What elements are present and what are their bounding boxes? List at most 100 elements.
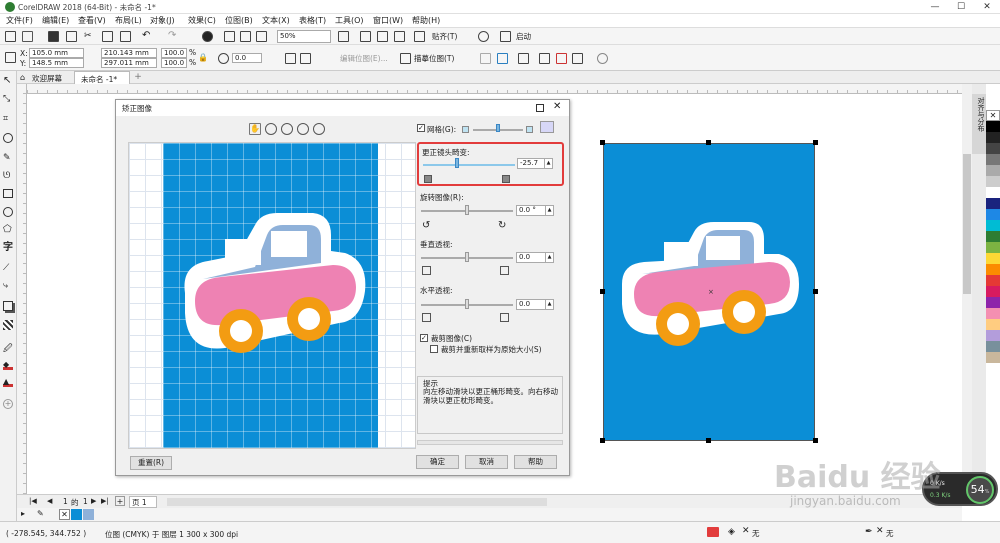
zoom-in-icon[interactable] (265, 123, 277, 135)
shape-tool-icon[interactable]: ⤡ (3, 94, 13, 104)
bitmap-border-icon[interactable] (518, 53, 529, 64)
new-tab-button[interactable]: + (133, 72, 143, 82)
crop-image-checkbox[interactable]: ✓ (420, 334, 428, 342)
mirror-horizontal-icon[interactable] (285, 53, 296, 64)
crop-tool-icon[interactable]: ⌗ (3, 114, 13, 124)
save-icon[interactable] (48, 31, 59, 42)
launcher-icon[interactable] (500, 31, 511, 42)
lock-ratio-icon[interactable]: 🔒 (198, 53, 209, 64)
ok-button[interactable]: 确定 (416, 455, 459, 469)
zoom-fit-icon[interactable] (297, 123, 309, 135)
cancel-button[interactable]: 取消 (465, 455, 508, 469)
docker-tab-align[interactable]: 对齐与分布 (972, 94, 986, 154)
zoom-out-icon[interactable] (281, 123, 293, 135)
height-field[interactable]: 297.011 mm (101, 58, 157, 68)
selection-handle-bl[interactable] (600, 438, 605, 443)
horizontal-perspective-thumb[interactable] (465, 299, 469, 309)
vertical-scrollbar[interactable] (962, 84, 972, 494)
scale-y-field[interactable]: 100.0 (161, 58, 187, 68)
rotate-spinner[interactable]: ▲ (545, 206, 553, 215)
no-color-swatch[interactable]: ✕ (986, 110, 1000, 121)
menu-file[interactable]: 文件(F) (6, 15, 33, 26)
redo-icon[interactable]: ↷ (168, 31, 179, 42)
hand-tool-icon[interactable]: ✋ (249, 123, 261, 135)
swatch-orange[interactable] (986, 264, 1000, 275)
swatch-gray20[interactable] (986, 176, 1000, 187)
menu-help[interactable]: 帮助(H) (412, 15, 440, 26)
swatch-green[interactable] (986, 231, 1000, 242)
swatch-gray90[interactable] (986, 132, 1000, 143)
transparency-tool-icon[interactable] (3, 320, 13, 330)
crop-resample-checkbox[interactable] (430, 345, 438, 353)
scale-x-field[interactable]: 100.0 (161, 48, 187, 58)
link-icon[interactable] (572, 53, 583, 64)
menu-table[interactable]: 表格(T) (299, 15, 326, 26)
add-page-button[interactable]: + (115, 496, 125, 506)
show-guidelines-icon[interactable] (394, 31, 405, 42)
menu-edit[interactable]: 编辑(E) (42, 15, 69, 26)
artistic-media-icon[interactable]: ᘎ (3, 171, 13, 181)
swatch-slate[interactable] (986, 341, 1000, 352)
zoom-tool-icon[interactable] (3, 133, 13, 143)
pdf-icon[interactable] (256, 31, 267, 42)
parallel-dimension-icon[interactable]: ⟋ (3, 263, 13, 273)
rectangle-tool-icon[interactable] (3, 189, 13, 198)
show-rulers-icon[interactable] (360, 31, 371, 42)
interactive-fill-icon[interactable]: ◆ (3, 360, 13, 370)
width-field[interactable]: 210.143 mm (101, 48, 157, 58)
palette-no-color[interactable]: ✕ (59, 509, 70, 520)
page-tab[interactable]: 页 1 (129, 496, 157, 508)
drop-shadow-icon[interactable] (3, 301, 13, 311)
swatch-black[interactable] (986, 121, 1000, 132)
print-icon[interactable] (66, 31, 77, 42)
swatch-lavender[interactable] (986, 330, 1000, 341)
horizontal-spinner[interactable]: ▲ (545, 300, 553, 309)
vertical-spinner[interactable]: ▲ (545, 253, 553, 262)
selection-handle-br[interactable] (813, 438, 818, 443)
copy-icon[interactable] (102, 31, 113, 42)
ellipse-tool-icon[interactable] (3, 207, 13, 217)
trace-bitmap-dropdown[interactable]: 描摹位图(T) (414, 53, 454, 64)
snap-to-dropdown[interactable]: 贴齐(T) (432, 31, 457, 42)
grid-color-swatch[interactable] (540, 121, 554, 133)
pick-tool-icon[interactable]: ↖ (3, 76, 13, 86)
add-tool-icon[interactable]: + (3, 399, 13, 409)
dialog-maximize-icon[interactable] (536, 104, 544, 112)
swatch-pink[interactable] (986, 308, 1000, 319)
last-page-button[interactable]: ▶| (101, 497, 109, 505)
menu-tools[interactable]: 工具(O) (335, 15, 364, 26)
x-position-field[interactable]: 105.0 mm (29, 48, 84, 58)
horizontal-perspective-field[interactable]: 0.0 ▲ (516, 299, 554, 310)
mirror-vertical-icon[interactable] (300, 53, 311, 64)
position-origin-icon[interactable] (5, 52, 16, 63)
menu-view[interactable]: 查看(V) (78, 15, 106, 26)
lens-correction-field[interactable]: -25.7 ▲ (517, 158, 553, 169)
help-button[interactable]: 帮助 (514, 455, 557, 469)
dialog-close-icon[interactable]: ✕ (553, 101, 561, 112)
launch-dropdown[interactable]: 启动 (516, 31, 531, 42)
selection-handle-tr[interactable] (813, 140, 818, 145)
full-screen-icon[interactable] (338, 31, 349, 42)
swatch-peach[interactable] (986, 319, 1000, 330)
swatch-cyan[interactable] (986, 220, 1000, 231)
close-button[interactable]: ✕ (976, 1, 998, 13)
palette-eyedropper-icon[interactable]: ✎ (37, 509, 44, 518)
palette-arrow-icon[interactable]: ▸ (21, 509, 25, 518)
add-icon[interactable] (597, 53, 608, 64)
rotation-field[interactable]: 0.0 (232, 53, 262, 63)
minimize-button[interactable]: — (924, 1, 946, 13)
undo-icon[interactable]: ↶ (142, 31, 153, 42)
horizontal-scroll-track[interactable] (167, 498, 547, 506)
color-proof-icon[interactable] (707, 527, 719, 537)
resample-icon[interactable] (497, 53, 508, 64)
trace-bitmap-icon[interactable] (400, 53, 411, 64)
maximize-button[interactable]: ☐ (950, 1, 972, 13)
swatch-gray40[interactable] (986, 165, 1000, 176)
menu-object[interactable]: 对象(J) (150, 15, 175, 26)
paste-icon[interactable] (120, 31, 131, 42)
cut-icon[interactable]: ✂ (84, 31, 95, 42)
menu-layout[interactable]: 布局(L) (115, 15, 142, 26)
vertical-perspective-field[interactable]: 0.0 ▲ (516, 252, 554, 263)
menu-text[interactable]: 文本(X) (262, 15, 290, 26)
lens-spinner[interactable]: ▲ (544, 159, 552, 168)
